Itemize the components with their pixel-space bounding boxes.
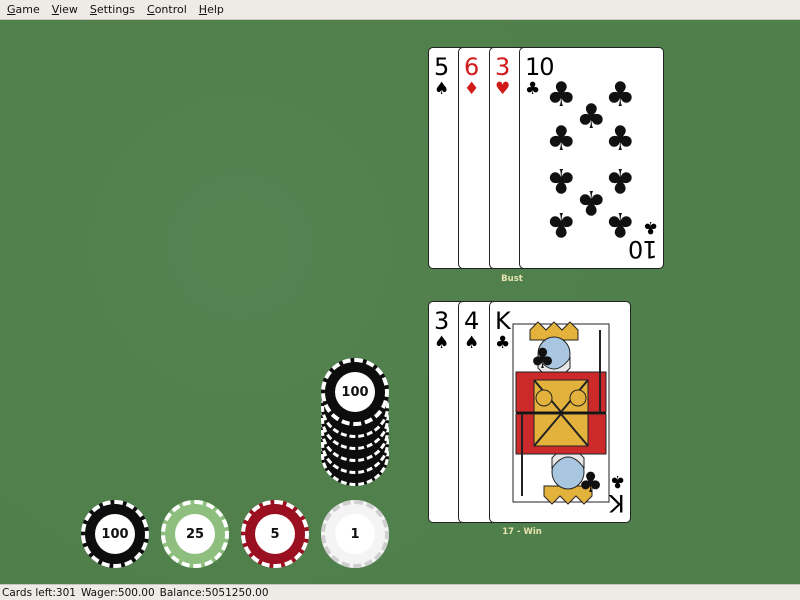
stack-top-chip: 100 bbox=[321, 358, 389, 426]
chip-1[interactable]: 1 bbox=[321, 500, 389, 568]
svg-text:♣: ♣ bbox=[578, 466, 603, 499]
card-rank: 6 bbox=[464, 53, 479, 81]
card-rank: K bbox=[610, 489, 625, 517]
chip-value: 1 bbox=[335, 514, 375, 554]
card-rank: 3 bbox=[495, 53, 510, 81]
menu-game-rest: ame bbox=[15, 3, 40, 16]
club-pip-icon: ♣ bbox=[605, 160, 636, 200]
dealer-hand-status: Bust bbox=[501, 274, 523, 284]
cards-left-text: Cards left:301 bbox=[2, 586, 76, 599]
bet-stack[interactable]: 100 bbox=[321, 358, 389, 486]
club-pip-icon: ♣ bbox=[546, 204, 577, 244]
club-pip-icon: ♣ bbox=[605, 75, 636, 115]
menu-view[interactable]: View bbox=[46, 3, 84, 16]
spade-icon: ♠ bbox=[434, 79, 450, 99]
heart-icon: ♥ bbox=[495, 79, 511, 99]
player-card-3: K ♣ ♣ ♣ K ♣ bbox=[489, 301, 631, 523]
club-pip-icon: ♣ bbox=[576, 97, 607, 137]
menu-view-mnemonic: V bbox=[51, 3, 60, 16]
menu-help[interactable]: Help bbox=[193, 3, 230, 16]
menu-control-rest: ontrol bbox=[154, 3, 187, 16]
menu-control[interactable]: Control bbox=[141, 3, 193, 16]
chip-5[interactable]: 5 bbox=[241, 500, 309, 568]
status-bar: Cards left:301 Wager:500.00 Balance:5051… bbox=[0, 584, 800, 600]
diamond-icon: ♦ bbox=[464, 79, 480, 99]
spade-icon: ♠ bbox=[464, 333, 480, 353]
spade-icon: ♠ bbox=[434, 333, 450, 353]
menu-game-mnemonic: G bbox=[7, 3, 16, 16]
wager-text: Wager:500.00 bbox=[80, 586, 155, 599]
club-pip-icon: ♣ bbox=[576, 182, 607, 222]
svg-text:♣: ♣ bbox=[530, 342, 555, 375]
chip-value: 100 bbox=[95, 514, 135, 554]
menu-game[interactable]: Game bbox=[0, 3, 46, 16]
club-icon: ♣ bbox=[525, 79, 541, 99]
chip-value: 5 bbox=[255, 514, 295, 554]
menu-settings-rest: ettings bbox=[96, 3, 136, 16]
card-rank: 10 bbox=[629, 235, 658, 263]
dealer-card-4: 10 ♣ ♣ ♣ ♣ ♣ ♣ ♣ ♣ ♣ ♣ ♣ 10 ♣ bbox=[519, 47, 664, 269]
menu-help-rest: elp bbox=[207, 3, 224, 16]
chip-value: 100 bbox=[335, 372, 375, 412]
club-pip-icon: ♣ bbox=[546, 75, 577, 115]
chip-25[interactable]: 25 bbox=[161, 500, 229, 568]
club-pip-icon: ♣ bbox=[546, 119, 577, 159]
menu-control-mnemonic: C bbox=[147, 3, 155, 16]
menu-help-mnemonic: H bbox=[198, 3, 208, 16]
menu-settings[interactable]: Settings bbox=[84, 3, 141, 16]
club-icon: ♣ bbox=[642, 217, 658, 237]
menu-view-rest: iew bbox=[59, 3, 78, 16]
player-hand-status: 17 - Win bbox=[502, 527, 542, 537]
club-pip-icon: ♣ bbox=[546, 160, 577, 200]
card-rank: 5 bbox=[434, 53, 449, 81]
felt-table: 5 ♠ 6 ♦ 3 ♥ 10 ♣ ♣ ♣ ♣ ♣ ♣ ♣ ♣ ♣ ♣ ♣ 10 … bbox=[0, 20, 800, 584]
club-icon: ♣ bbox=[609, 471, 625, 491]
club-pip-icon: ♣ bbox=[605, 119, 636, 159]
balance-text: Balance:5051250.00 bbox=[159, 586, 269, 599]
card-rank: 4 bbox=[464, 307, 479, 335]
chip-value: 25 bbox=[175, 514, 215, 554]
card-rank: 3 bbox=[434, 307, 449, 335]
chip-100[interactable]: 100 bbox=[81, 500, 149, 568]
menu-bar: Game View Settings Control Help bbox=[0, 0, 800, 20]
menu-settings-mnemonic: S bbox=[89, 3, 97, 16]
